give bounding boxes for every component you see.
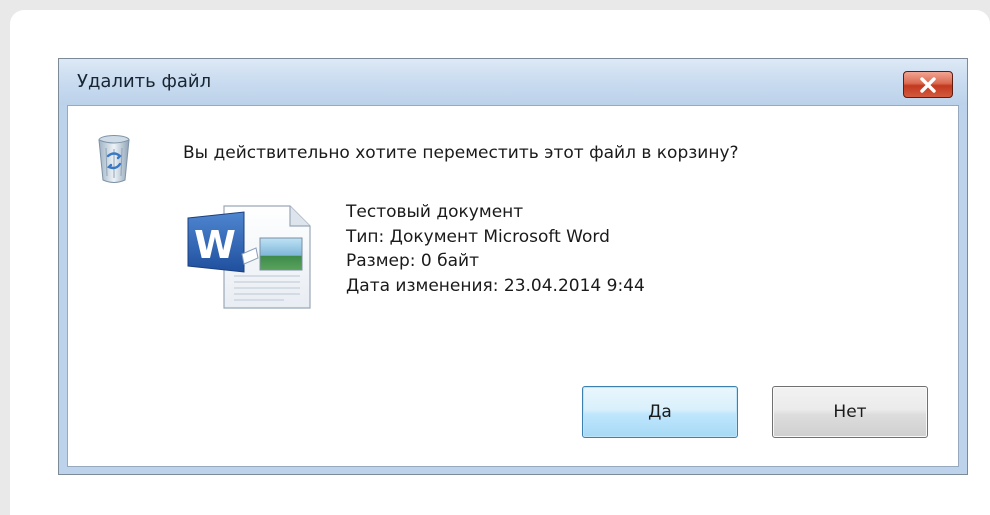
file-type: Тип: Документ Microsoft Word [346, 226, 610, 247]
word-document-icon: W [187, 205, 311, 309]
svg-text:W: W [194, 223, 236, 267]
file-modified-date: Дата изменения: 23.04.2014 9:44 [346, 275, 645, 296]
delete-file-dialog: Удалить файл Вы действительно хотите пер… [58, 58, 968, 475]
file-name: Тестовый документ [346, 202, 524, 222]
yes-button[interactable]: Да [582, 386, 738, 438]
close-icon [920, 76, 936, 93]
confirmation-question: Вы действительно хотите переместить этот… [183, 143, 739, 163]
file-details: Тестовый документ Тип: Документ Microsof… [346, 200, 645, 298]
title-bar[interactable]: Удалить файл [59, 59, 967, 105]
recycle-bin-icon [98, 135, 130, 183]
close-button[interactable] [903, 71, 953, 98]
file-size: Размер: 0 байт [346, 251, 479, 271]
dialog-title: Удалить файл [77, 71, 212, 92]
dialog-content: Вы действительно хотите переместить этот… [67, 105, 959, 467]
no-button[interactable]: Нет [772, 386, 928, 438]
screenshot-canvas: Удалить файл Вы действительно хотите пер… [10, 10, 990, 515]
